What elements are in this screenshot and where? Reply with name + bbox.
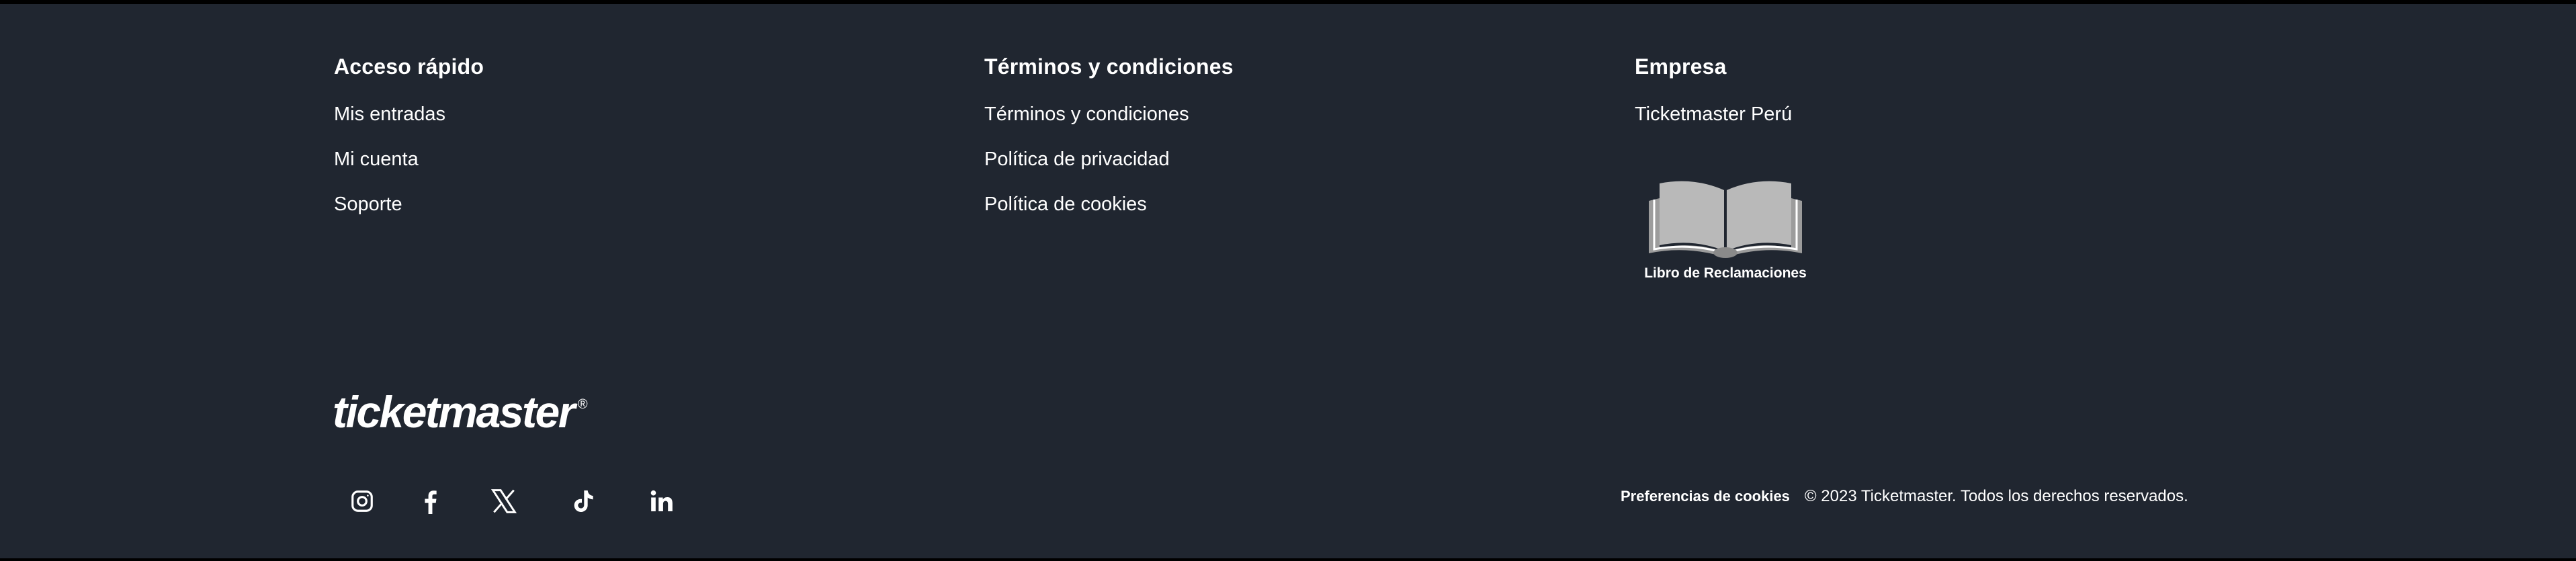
quick-access-column: Acceso rápido Mis entradas Mi cuenta Sop… bbox=[334, 54, 484, 238]
footer-legal-bar: Preferencias de cookies © 2023 Ticketmast… bbox=[1621, 485, 2188, 508]
linkedin-icon[interactable] bbox=[647, 486, 677, 516]
open-book-icon bbox=[1649, 181, 1802, 258]
my-tickets-link[interactable]: Mis entradas bbox=[334, 103, 484, 126]
logo-text: ticketmaster bbox=[333, 387, 575, 437]
instagram-icon[interactable] bbox=[347, 486, 377, 516]
copyright-text: © 2023 Ticketmaster. Todos los derechos … bbox=[1804, 487, 2188, 505]
terms-heading: Términos y condiciones bbox=[984, 54, 1234, 79]
quick-access-heading: Acceso rápido bbox=[334, 54, 484, 79]
tiktok-icon[interactable] bbox=[568, 486, 598, 516]
company-column: Empresa Ticketmaster Perú bbox=[1635, 54, 1792, 148]
x-twitter-icon[interactable] bbox=[489, 486, 519, 516]
complaints-book-link[interactable]: Libro de Reclamaciones bbox=[1638, 175, 1813, 282]
registered-mark: ® bbox=[577, 397, 588, 412]
ticketmaster-peru-link[interactable]: Ticketmaster Perú bbox=[1635, 103, 1792, 126]
terms-and-conditions-link[interactable]: Términos y condiciones bbox=[984, 103, 1234, 126]
cookie-policy-link[interactable]: Política de cookies bbox=[984, 193, 1234, 216]
cookie-preferences-link[interactable]: Preferencias de cookies bbox=[1621, 488, 1790, 505]
privacy-policy-link[interactable]: Política de privacidad bbox=[984, 148, 1234, 171]
terms-column: Términos y condiciones Términos y condic… bbox=[984, 54, 1234, 238]
my-account-link[interactable]: Mi cuenta bbox=[334, 148, 484, 171]
complaints-book-label: Libro de Reclamaciones bbox=[1644, 265, 1807, 281]
facebook-icon[interactable] bbox=[415, 486, 445, 516]
company-heading: Empresa bbox=[1635, 54, 1727, 79]
ticketmaster-logo[interactable]: ticketmaster ® bbox=[333, 380, 588, 436]
support-link[interactable]: Soporte bbox=[334, 193, 484, 216]
site-footer: Acceso rápido Mis entradas Mi cuenta Sop… bbox=[0, 4, 2576, 558]
